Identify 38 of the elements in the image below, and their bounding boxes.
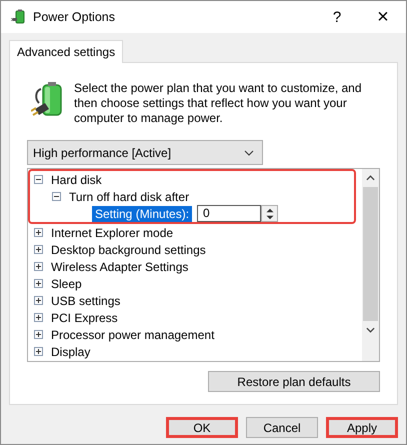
tree-item[interactable]: USB settings (51, 294, 120, 308)
minutes-field[interactable]: 0 (197, 205, 262, 222)
expander[interactable] (52, 192, 61, 201)
expander[interactable] (34, 175, 43, 184)
expander[interactable] (34, 296, 43, 305)
battery-plug-icon (11, 9, 27, 25)
tree-item[interactable]: Hard disk (51, 172, 102, 186)
expander[interactable] (34, 245, 43, 254)
expander[interactable] (34, 313, 43, 322)
dialog-button[interactable]: Cancel (246, 417, 318, 438)
scrollbar[interactable] (362, 169, 379, 361)
expander[interactable] (34, 262, 43, 271)
close-button[interactable]: × (360, 1, 406, 33)
tab[interactable]: Advanced settings (9, 40, 124, 63)
tree-item[interactable]: Internet Explorer mode (51, 226, 174, 240)
tree-item[interactable]: Processor power management (51, 328, 214, 342)
plan-dropdown[interactable]: High performance [Active] (27, 140, 263, 165)
tree-item[interactable]: Desktop background settings (51, 242, 206, 256)
scroll-down-icon[interactable] (366, 327, 375, 333)
help-button[interactable]: ? (314, 1, 360, 33)
tree-item[interactable]: PCI Express (51, 310, 118, 324)
tree-item[interactable]: Wireless Adapter Settings (51, 260, 188, 274)
tree-item[interactable]: Sleep (51, 276, 82, 290)
dialog-button[interactable]: OK (166, 417, 238, 438)
dialog-button[interactable]: Apply (326, 417, 398, 438)
tree-item[interactable]: Display (51, 344, 90, 358)
chevron-down-icon (244, 150, 254, 156)
scroll-up-icon[interactable] (366, 175, 375, 181)
window-title: Power Options (33, 10, 115, 24)
expander[interactable] (34, 279, 43, 288)
setting-label[interactable]: Setting (Minutes): (92, 206, 192, 222)
expander[interactable] (34, 330, 43, 339)
spinner-buttons[interactable] (261, 205, 278, 222)
expander[interactable] (34, 347, 43, 356)
restore-defaults-button[interactable]: Restore plan defaults (208, 371, 380, 392)
tree-item[interactable]: Turn off hard disk after (69, 190, 190, 204)
expander[interactable] (34, 228, 43, 237)
intro-text: Select the power plan that you want to customize, and then choose settings that reflect how you want your computer to manage power. (74, 81, 363, 126)
